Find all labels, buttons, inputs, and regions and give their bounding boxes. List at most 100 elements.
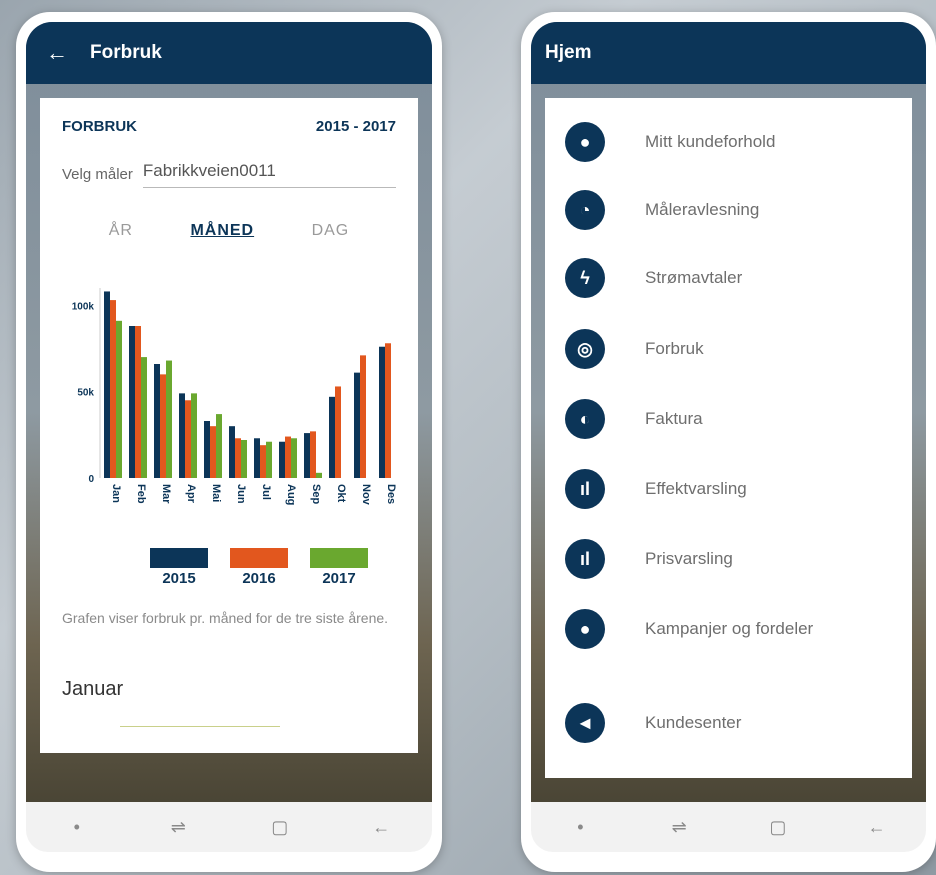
bar-2017-aug — [291, 438, 297, 478]
consumption-card: FORBRUK 2015 - 2017 Velg måler Fabrikkve… — [40, 98, 418, 753]
back-icon[interactable]: ← — [361, 817, 401, 838]
bar-2017-mar — [166, 360, 172, 478]
bar-2015-okt — [329, 396, 335, 478]
year-range: 2015 - 2017 — [315, 118, 396, 135]
system-nav-bar: • ⇌ ▢ ← — [531, 802, 926, 852]
bar-2017-jan — [116, 320, 122, 478]
chart-legend: 2015 2016 2017 — [150, 548, 368, 587]
bar-2017-jun — [241, 440, 247, 478]
menu-item-maleravlesning[interactable]: ◔ Måleravlesning — [565, 190, 902, 230]
lightning-icon: ϟ — [565, 258, 605, 298]
menu-label: Kampanjer og fordeler — [645, 619, 814, 638]
bar-2016-mai — [210, 426, 216, 478]
menu-label: Mitt kundeforhold — [645, 132, 776, 151]
x-tick-label: Jul — [260, 484, 272, 500]
x-tick-label: Mar — [160, 484, 172, 504]
legend-swatch — [150, 548, 208, 568]
dot-icon[interactable]: • — [57, 817, 97, 838]
period-tabs: ÅR MÅNED DAG — [40, 222, 418, 240]
x-tick-label: Jan — [110, 484, 122, 503]
legend-label: 2015 — [162, 570, 196, 587]
screen-right: Hjem ● Mitt kundeforhold ◔ Måleravlesnin… — [531, 22, 926, 802]
menu-label: Prisvarsling — [645, 549, 733, 568]
home-icon[interactable]: ▢ — [758, 817, 798, 838]
app-bar: ← Forbruk — [26, 22, 432, 84]
menu-item-mitt-kundeforhold[interactable]: ● Mitt kundeforhold — [565, 122, 902, 162]
menu-label: Strømavtaler — [645, 268, 743, 287]
bar-2015-jan — [104, 291, 110, 478]
back-arrow-icon[interactable]: ← — [46, 40, 68, 66]
compass-icon: ◎ — [565, 329, 605, 369]
bar-2015-sep — [304, 433, 310, 478]
back-icon[interactable]: ← — [857, 817, 897, 838]
bar-chart-icon: ıl — [565, 539, 605, 579]
x-tick-label: Mai — [210, 484, 222, 502]
meter-select[interactable]: Fabrikkveien0011 — [142, 161, 396, 188]
coins-icon: ◐ — [565, 399, 605, 439]
bar-2017-sep — [316, 472, 322, 478]
x-tick-label: Sep — [310, 484, 322, 504]
bar-2017-apr — [191, 393, 197, 478]
x-tick-label: Apr — [185, 484, 197, 504]
legend-label: 2016 — [242, 570, 276, 587]
recent-apps-icon[interactable]: ⇌ — [158, 817, 198, 838]
bar-2015-nov — [354, 372, 360, 478]
tab-year[interactable]: ÅR — [109, 222, 133, 240]
app-bar: Hjem — [531, 22, 926, 84]
bar-2016-mar — [160, 374, 166, 478]
bar-2016-okt — [335, 386, 341, 478]
bar-2016-jun — [235, 438, 241, 478]
bar-2016-jan — [110, 300, 116, 478]
page-title: Hjem — [545, 42, 592, 63]
person-icon: ● — [565, 609, 605, 649]
x-tick-label: Feb — [135, 484, 147, 504]
x-tick-label: Des — [385, 484, 397, 504]
menu-item-kundesenter[interactable]: ◄ Kundesenter — [565, 703, 902, 743]
legend-2015: 2015 — [150, 548, 208, 587]
bar-2016-sep — [310, 431, 316, 478]
phone-right: Hjem ● Mitt kundeforhold ◔ Måleravlesnin… — [521, 12, 936, 872]
menu-item-forbruk[interactable]: ◎ Forbruk — [565, 329, 902, 369]
menu-label: Forbruk — [645, 339, 704, 358]
bar-2016-nov — [360, 355, 366, 478]
x-tick-label: Aug — [285, 484, 297, 505]
selected-month[interactable]: Januar — [62, 678, 123, 701]
bar-2015-des — [379, 346, 385, 478]
home-icon[interactable]: ▢ — [260, 817, 300, 838]
menu-item-effektvarsling[interactable]: ıl Effektvarsling — [565, 469, 902, 509]
legend-label: 2017 — [322, 570, 356, 587]
bar-2017-feb — [141, 357, 147, 478]
menu-label: Måleravlesning — [645, 200, 760, 219]
legend-swatch — [310, 548, 368, 568]
y-tick-label: 0 — [88, 474, 94, 485]
dot-icon[interactable]: • — [560, 817, 600, 838]
menu-item-kampanjer[interactable]: ● Kampanjer og fordeler — [565, 609, 902, 649]
meter-label: Velg måler — [62, 165, 133, 183]
menu-item-stromavtaler[interactable]: ϟ Strømavtaler — [565, 258, 902, 298]
bar-chart-icon: ıl — [565, 469, 605, 509]
x-tick-label: Nov — [360, 484, 372, 506]
month-slider-track[interactable] — [120, 726, 280, 727]
bar-2015-mai — [204, 421, 210, 478]
system-nav-bar: • ⇌ ▢ ← — [26, 802, 432, 852]
bar-2016-apr — [185, 400, 191, 478]
recent-apps-icon[interactable]: ⇌ — [659, 817, 699, 838]
card-title: FORBRUK — [62, 118, 137, 135]
bar-2015-feb — [129, 326, 135, 478]
bar-2015-mar — [154, 364, 160, 478]
y-tick-label: 100k — [72, 301, 95, 312]
bar-2015-apr — [179, 393, 185, 478]
y-tick-label: 50k — [77, 388, 94, 399]
menu-item-faktura[interactable]: ◐ Faktura — [565, 399, 902, 439]
megaphone-icon: ◄ — [565, 703, 605, 743]
menu-label: Kundesenter — [645, 713, 742, 732]
menu-label: Faktura — [645, 409, 703, 428]
phone-left: ← Forbruk FORBRUK 2015 - 2017 Velg måler… — [16, 12, 442, 872]
bar-2017-mai — [216, 414, 222, 478]
tab-day[interactable]: DAG — [312, 222, 350, 240]
menu-item-prisvarsling[interactable]: ıl Prisvarsling — [565, 539, 902, 579]
bar-2016-feb — [135, 326, 141, 478]
legend-2017: 2017 — [310, 548, 368, 587]
tab-month[interactable]: MÅNED — [190, 222, 254, 240]
legend-swatch — [230, 548, 288, 568]
